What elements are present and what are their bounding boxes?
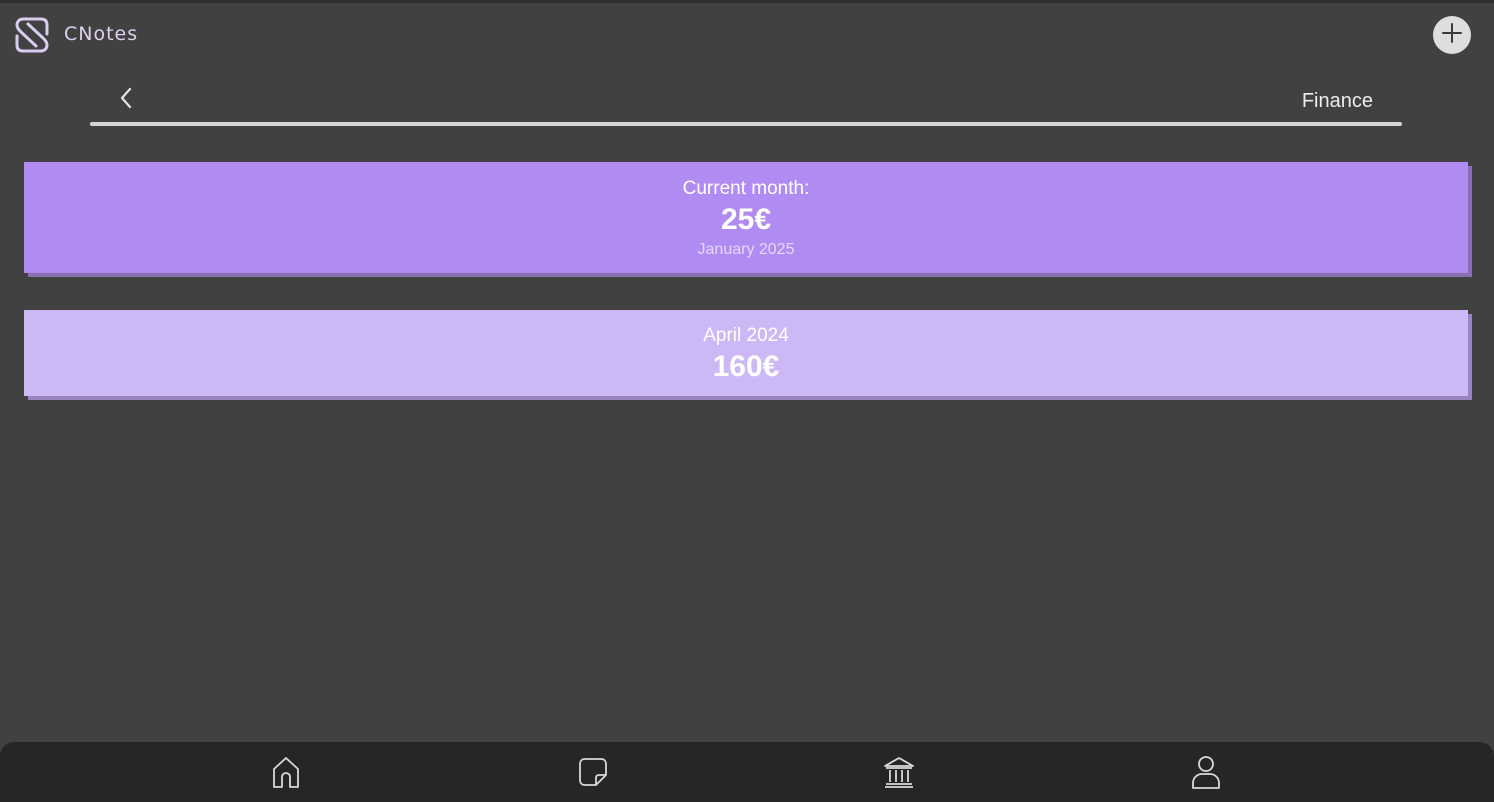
plus-icon xyxy=(1441,22,1463,49)
user-icon xyxy=(1190,754,1222,795)
app-title: CNotes xyxy=(64,23,139,45)
current-month-amount: 25€ xyxy=(720,203,772,236)
nav-item-notes[interactable] xyxy=(575,756,611,792)
finance-subnav: Finance xyxy=(90,80,1402,126)
home-icon xyxy=(270,755,302,794)
back-button[interactable] xyxy=(114,86,138,114)
add-button[interactable] xyxy=(1433,16,1471,54)
note-icon xyxy=(577,756,609,793)
page-title: Finance xyxy=(1301,90,1373,112)
month-card[interactable]: April 2024 160€ xyxy=(24,310,1468,396)
current-month-label: Current month: xyxy=(682,178,810,199)
month-amount: 160€ xyxy=(712,350,780,383)
cnotes-logo-icon[interactable] xyxy=(14,16,50,54)
subnav-divider xyxy=(90,122,1402,126)
chevron-left-icon xyxy=(118,85,134,116)
nav-item-profile[interactable] xyxy=(1188,754,1224,795)
current-month-date: January 2025 xyxy=(697,241,795,258)
month-label: April 2024 xyxy=(703,325,789,346)
app-header: CNotes xyxy=(0,3,1494,63)
bottom-navigation xyxy=(0,742,1494,802)
bank-icon xyxy=(882,755,916,794)
nav-item-home[interactable] xyxy=(268,756,304,792)
nav-item-finance[interactable] xyxy=(881,756,917,792)
current-month-card[interactable]: Current month: 25€ January 2025 xyxy=(24,162,1468,273)
